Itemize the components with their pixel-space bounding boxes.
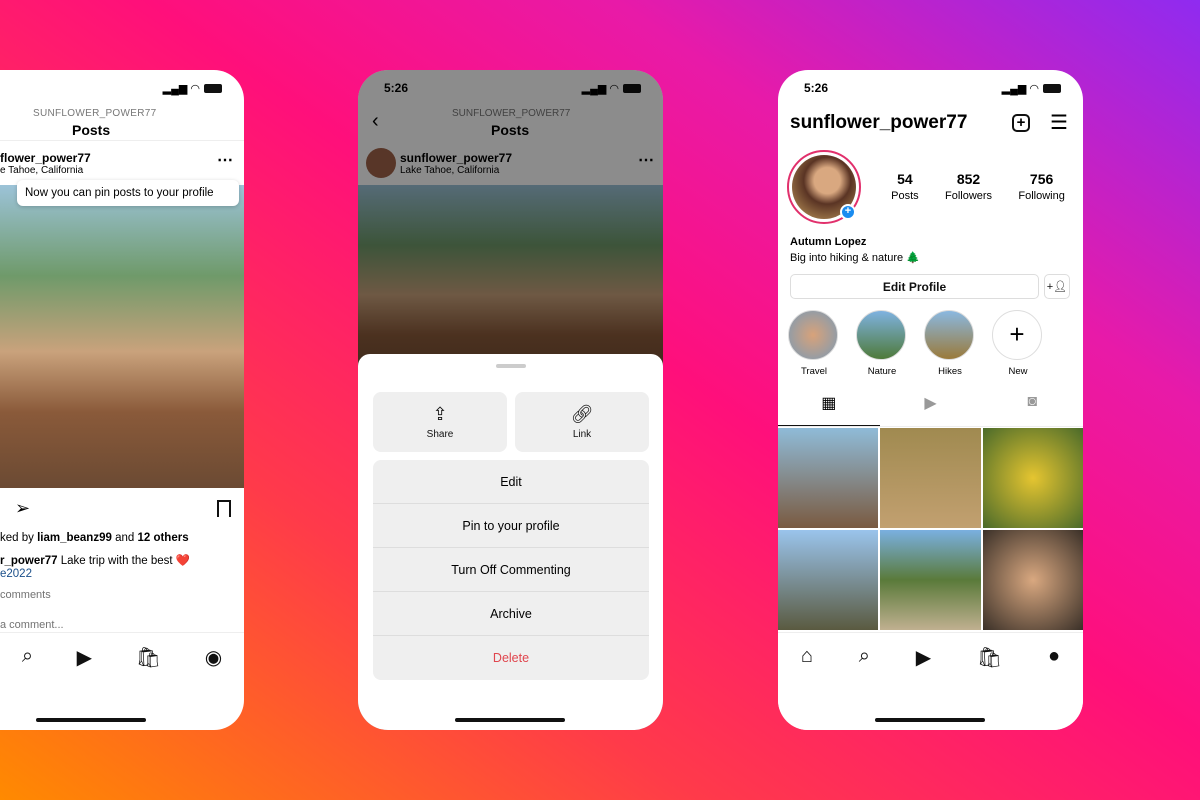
likes-text: ked by liam_beanz99 and 12 others [0, 532, 189, 544]
status-icons: ▂▄▆ ◠ [1002, 82, 1061, 95]
bottom-nav: ⌕ ▶ 🛍︎ ◉ [0, 632, 244, 700]
shop-icon[interactable]: 🛍︎ [136, 645, 161, 700]
home-icon[interactable]: ⌂ [801, 645, 813, 730]
profile-stats: 54 Posts 852 Followers 756 Following [878, 171, 1078, 202]
tab-tagged[interactable]: ◙ [981, 393, 1083, 426]
profile-tabs: ▦ ▶ ◙ [778, 393, 1083, 427]
caption: r_power77 Lake trip with the best ❤️ [0, 555, 191, 567]
grid-photo[interactable] [982, 530, 1083, 630]
profile-phone: 5:26 ▂▄▆ ◠ sunflower_power77 + ☰ + 54 Pos… [778, 70, 1083, 730]
menu-item-pin[interactable]: Pin to your profile [373, 504, 649, 548]
tab-grid[interactable]: ▦ [778, 393, 880, 426]
grid-photo[interactable] [778, 530, 879, 630]
photo-grid [778, 428, 1083, 662]
status-icons: ▂▄▆ ◠ [163, 82, 222, 95]
menu-icon[interactable]: ☰ [1050, 110, 1068, 135]
grid-photo[interactable] [778, 428, 879, 528]
add-comment-input[interactable]: a comment... [0, 619, 64, 631]
stat-following[interactable]: 756 Following [1018, 171, 1064, 202]
home-indicator [875, 718, 985, 722]
options-menu: Edit Pin to your profile Turn Off Commen… [373, 460, 649, 680]
highlight-hikes[interactable]: Hikes [924, 310, 976, 377]
new-post-icon[interactable]: + [1012, 114, 1030, 132]
share-button[interactable]: ⇪ Share [373, 392, 507, 452]
post-username[interactable]: flower_power77 [0, 151, 91, 165]
header-divider [0, 140, 244, 141]
stat-followers[interactable]: 852 Followers [945, 171, 992, 202]
grid-photo[interactable] [880, 530, 981, 630]
search-icon[interactable]: ⌕ [859, 645, 870, 730]
tab-reels[interactable]: ▶ [880, 393, 982, 426]
search-icon[interactable]: ⌕ [22, 645, 33, 700]
link-icon: 🔗︎ [570, 404, 594, 424]
share-icon: ⇪ [432, 404, 448, 424]
highlight-new[interactable]: + New [992, 310, 1044, 377]
share-icon[interactable]: ➢ [15, 498, 30, 519]
hashtag[interactable]: e2022 [0, 568, 32, 580]
highlight-travel[interactable]: Travel [788, 310, 840, 377]
reels-icon[interactable]: ▶ [77, 645, 92, 700]
menu-item-edit[interactable]: Edit [373, 460, 649, 504]
profile-bio: Big into hiking & nature 🌲 [790, 252, 920, 264]
view-comments[interactable]: comments [0, 589, 51, 601]
stat-posts[interactable]: 54 Posts [891, 171, 919, 202]
add-story-icon[interactable]: + [840, 204, 856, 220]
home-indicator [455, 718, 565, 722]
profile-name: Autumn Lopez [790, 236, 867, 248]
pin-tooltip: Now you can pin posts to your profile [17, 180, 239, 206]
menu-item-turn-off-commenting[interactable]: Turn Off Commenting [373, 548, 649, 592]
grid-photo[interactable] [982, 428, 1083, 528]
bottom-sheet: ⇪ Share 🔗︎ Link Edit Pin to your profile T… [358, 354, 663, 730]
story-highlights: Travel Nature Hikes + New [788, 310, 1044, 377]
edit-profile-button[interactable]: Edit Profile [790, 274, 1039, 299]
header-subtitle: SUNFLOWER_POWER77 [33, 108, 157, 119]
status-time: 5:26 [804, 81, 829, 95]
menu-item-delete[interactable]: Delete [373, 636, 649, 680]
link-button[interactable]: 🔗︎ Link [515, 392, 649, 452]
options-phone: 5:26 ▂▄▆ ◠ ‹ SUNFLOWER_POWER77 Posts sun… [358, 70, 663, 730]
feed-phone: ▂▄▆ ◠ SUNFLOWER_POWER77 Posts flower_pow… [0, 70, 244, 730]
menu-item-archive[interactable]: Archive [373, 592, 649, 636]
plus-icon: + [992, 310, 1042, 360]
profile-username: sunflower_power77 [790, 112, 968, 133]
post-location[interactable]: e Tahoe, California [0, 165, 83, 176]
profile-icon[interactable]: ● [1048, 645, 1060, 730]
discover-people-icon[interactable]: +👤︎ [1044, 274, 1070, 299]
bottom-nav: ⌂ ⌕ ▶ 🛍︎ ● [778, 632, 1083, 730]
sheet-handle[interactable] [496, 364, 526, 368]
home-indicator [36, 718, 146, 722]
page-title: Posts [72, 122, 111, 138]
grid-photo[interactable] [880, 428, 981, 528]
post-photo [0, 185, 244, 488]
profile-icon[interactable]: ◉ [205, 645, 222, 700]
highlight-nature[interactable]: Nature [856, 310, 908, 377]
more-options-icon[interactable]: ⋯ [217, 150, 233, 170]
bookmark-icon[interactable] [217, 500, 231, 517]
